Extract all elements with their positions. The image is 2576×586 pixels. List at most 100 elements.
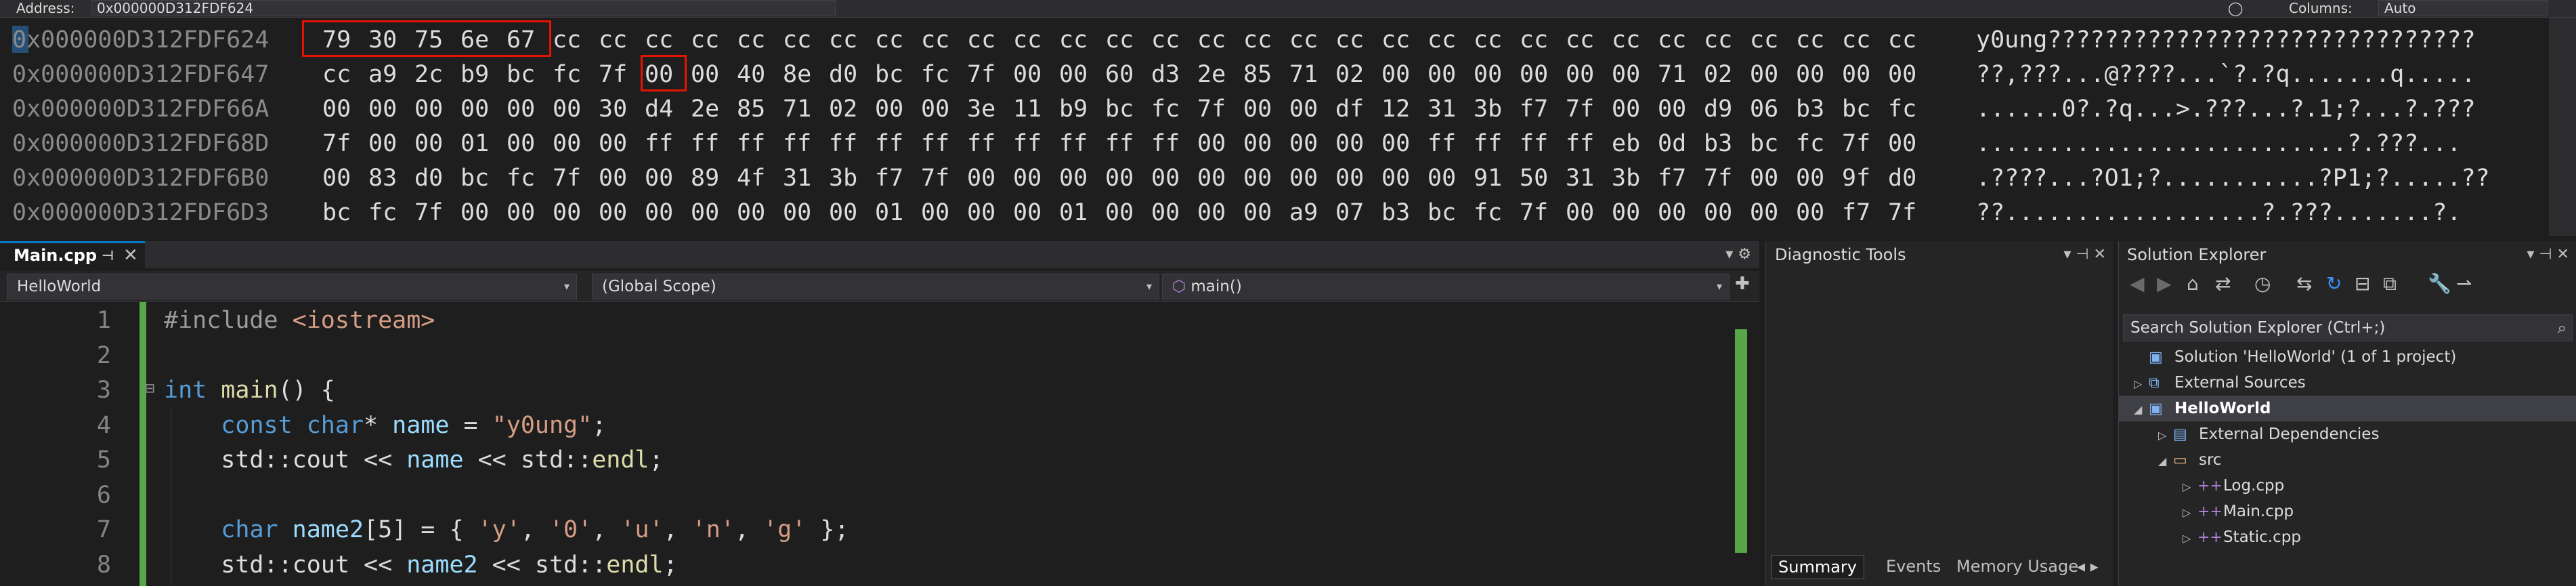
tab-summary[interactable]: Summary [1771,555,1864,579]
memory-byte[interactable]: 01 [875,194,921,231]
code-line[interactable]: 6 [0,478,1734,513]
forward-icon[interactable]: ▶ [2157,272,2172,295]
memory-row[interactable]: 0x000000D312FDF647 cc a9 2c b9 bc fc 7f 00 00 40 8e… [0,56,2576,93]
memory-byte[interactable]: cc [967,22,1013,58]
memory-byte[interactable]: cc [1520,22,1566,58]
memory-byte[interactable]: b3 [1381,194,1427,231]
member-dropdown[interactable]: ⬡ main() ▾ [1162,274,1730,299]
memory-byte[interactable]: fc [921,56,967,93]
memory-byte[interactable]: 4f [737,160,783,196]
memory-byte[interactable]: 02 [1335,56,1381,93]
memory-byte[interactable]: cc [875,22,921,58]
pin-icon[interactable]: ⊣ [102,243,114,268]
memory-byte[interactable]: cc [1289,22,1335,58]
memory-byte[interactable]: ff [645,125,691,162]
memory-byte[interactable]: 71 [1658,56,1704,93]
memory-byte[interactable]: 40 [737,56,783,93]
memory-byte[interactable]: ff [1520,125,1566,162]
memory-byte[interactable]: 00 [460,194,507,231]
code-line[interactable]: 8 std::cout << name2 << std::endl; [0,548,1734,583]
memory-byte[interactable]: 00 [368,125,414,162]
memory-byte[interactable]: 00 [1197,125,1243,162]
memory-byte[interactable]: 00 [1427,56,1474,93]
memory-byte[interactable]: 00 [1289,125,1335,162]
memory-byte[interactable]: 30 [599,91,645,127]
memory-byte[interactable]: 71 [783,91,829,127]
memory-byte[interactable]: 7f [553,160,599,196]
code-line[interactable]: 4 const char* name = "y0ung"; [0,409,1734,443]
memory-byte[interactable]: ff [1566,125,1612,162]
memory-byte[interactable]: 00 [1059,56,1105,93]
code-line[interactable]: 1 #include <iostream> [0,304,1734,338]
memory-byte[interactable]: 60 [1105,56,1151,93]
memory-byte[interactable]: cc [1704,22,1750,58]
collapse-icon[interactable]: ⊟ [2355,272,2370,295]
memory-byte[interactable]: cc [737,22,783,58]
memory-byte[interactable]: d9 [1704,91,1750,127]
memory-byte[interactable]: ff [737,125,783,162]
memory-byte[interactable]: ff [783,125,829,162]
memory-byte[interactable]: 00 [645,194,691,231]
editor-scrollbar[interactable] [1730,302,1753,586]
memory-byte[interactable]: f7 [1658,160,1704,196]
memory-byte[interactable]: cc [1059,22,1105,58]
memory-byte[interactable]: 00 [1013,194,1059,231]
memory-byte[interactable]: 00 [1289,91,1335,127]
memory-hex-bytes[interactable]: bc fc 7f 00 00 00 00 00 00 00 00 00 01 00 00 00 01 00 00 00… [322,194,1934,231]
memory-byte[interactable]: bc [322,194,368,231]
memory-byte[interactable]: 00 [507,125,553,162]
history-icon[interactable]: ◷ [2254,272,2271,295]
memory-byte[interactable]: 00 [322,91,368,127]
tree-item[interactable]: ◢ ▭ src [2158,447,2222,473]
memory-byte[interactable]: cc [1658,22,1704,58]
memory-byte[interactable]: 00 [921,194,967,231]
memory-byte[interactable]: cc [1888,22,1934,58]
tree-item[interactable]: ▷ ++Main.cpp [2183,499,2294,524]
memory-row[interactable]: 0x000000D312FDF6B0 00 83 d0 bc fc 7f 00 00 89 4f 31… [0,160,2576,196]
memory-byte[interactable]: 00 [599,125,645,162]
memory-byte[interactable]: cc [645,22,691,58]
memory-byte[interactable]: bc [460,160,507,196]
memory-row[interactable]: 0x000000D312FDF66A 00 00 00 00 00 00 30 d4 2e 85 71… [0,91,2576,127]
memory-byte[interactable]: 00 [1796,160,1842,196]
expander-icon[interactable]: ▷ [2183,500,2197,526]
panel-buttons-icon[interactable]: ▾ ⊣ ✕ [2527,241,2569,268]
memory-byte[interactable]: 12 [1381,91,1427,127]
memory-byte[interactable]: 3b [829,160,875,196]
memory-byte[interactable]: df [1335,91,1381,127]
memory-byte[interactable]: cc [1842,22,1888,58]
memory-byte[interactable]: 00 [1750,194,1796,231]
memory-byte[interactable]: fc [553,56,599,93]
memory-byte[interactable]: 00 [1842,56,1888,93]
code-line[interactable]: 2 [0,339,1734,373]
memory-byte[interactable]: 00 [1289,160,1335,196]
show-all-icon[interactable]: ⧉ [2383,272,2397,295]
memory-byte[interactable]: 00 [1013,160,1059,196]
memory-byte[interactable]: 00 [737,194,783,231]
expander-icon[interactable]: ▷ [2134,371,2149,397]
columns-select[interactable]: Auto [2378,0,2548,16]
memory-byte[interactable]: ff [691,125,737,162]
memory-byte[interactable]: 00 [921,91,967,127]
memory-byte[interactable]: d4 [645,91,691,127]
memory-hex-bytes[interactable]: cc a9 2c b9 bc fc 7f 00 00 40 8e d0 bc fc 7f 00 00 60 d3 2e… [322,56,1934,93]
memory-byte[interactable]: b9 [1059,91,1105,127]
memory-byte[interactable]: 7f [599,56,645,93]
memory-byte[interactable]: fc [1151,91,1197,127]
memory-byte[interactable]: 00 [1059,160,1105,196]
memory-byte[interactable]: 00 [368,91,414,127]
memory-byte[interactable]: 89 [691,160,737,196]
memory-grid[interactable]: 0x000000D312FDF624 79 30 75 6e 67 cc cc cc cc cc cc… [0,18,2576,236]
memory-byte[interactable]: 00 [1197,160,1243,196]
memory-byte[interactable]: cc [921,22,967,58]
memory-byte[interactable]: 00 [1243,194,1289,231]
memory-byte[interactable]: 00 [507,194,553,231]
memory-byte[interactable]: ff [921,125,967,162]
code-line[interactable]: 3 int main() { [0,373,1734,408]
memory-byte[interactable]: 00 [1243,160,1289,196]
sync-icon[interactable]: ⇆ [2296,272,2312,295]
memory-byte[interactable]: 85 [1243,56,1289,93]
memory-byte[interactable]: 3b [1612,160,1658,196]
memory-byte[interactable]: fc [507,160,553,196]
expander-icon[interactable]: ▷ [2183,526,2197,551]
